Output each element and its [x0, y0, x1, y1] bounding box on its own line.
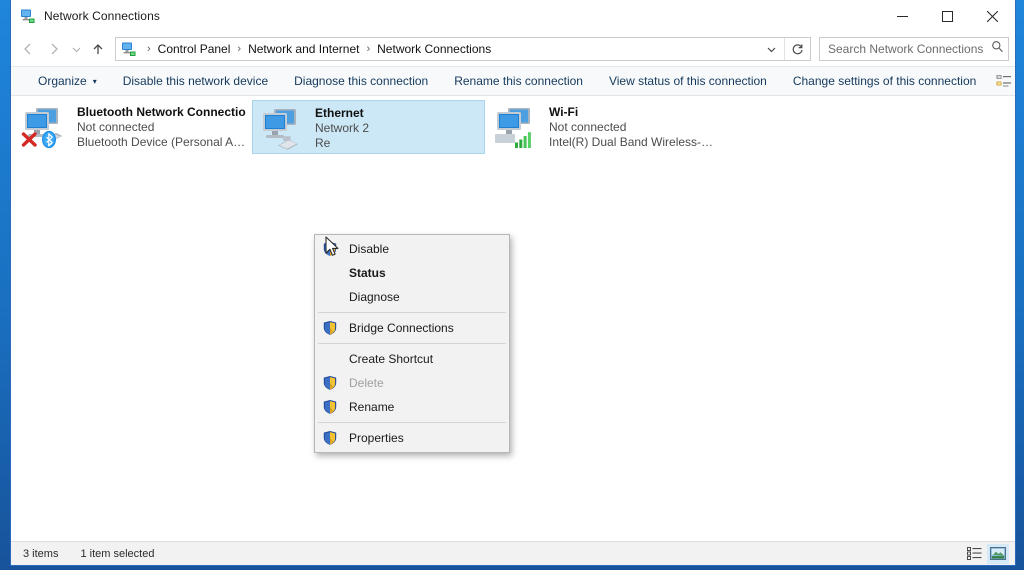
network-adapter-icon	[493, 105, 541, 151]
menu-item-status[interactable]: Status	[315, 261, 509, 285]
recent-locations-chevron-icon[interactable]	[67, 36, 85, 62]
minimize-button[interactable]	[880, 0, 925, 32]
menu-item-label: Disable	[349, 242, 390, 256]
menu-item-disable[interactable]: Disable	[315, 237, 509, 261]
view-status-button[interactable]: View status of this connection	[596, 66, 780, 96]
view-toggles	[963, 543, 1009, 564]
window-title: Network Connections	[44, 9, 160, 23]
search-icon	[991, 40, 1004, 58]
ethernet-cable-badge	[275, 133, 301, 155]
address-dropdown-button[interactable]	[758, 38, 784, 60]
view-options-icon[interactable]	[989, 66, 1019, 96]
breadcrumb-item-network-and-internet[interactable]: Network and Internet	[247, 42, 360, 56]
menu-item-label: Create Shortcut	[349, 352, 434, 366]
network-connections-icon	[121, 41, 137, 57]
connection-name: Ethernet	[315, 106, 364, 120]
context-menu: Disable Status Diagnose Bridge Connectio…	[314, 234, 510, 453]
menu-separator	[318, 343, 506, 344]
list-item-wi-fi[interactable]: Wi-Fi Not connected Intel(R) Dual Band W…	[487, 100, 720, 154]
wifi-signal-badge	[514, 130, 533, 154]
shield-icon	[319, 318, 343, 338]
connection-status: Network 2	[315, 121, 370, 135]
view-options-chevron-down-icon[interactable]	[1019, 66, 1024, 96]
search-input[interactable]	[828, 42, 991, 56]
menu-separator	[318, 422, 506, 423]
menu-item-icon-placeholder	[319, 349, 343, 369]
breadcrumb-separator: ›	[237, 43, 242, 55]
menu-item-label: Properties	[349, 431, 404, 445]
rename-connection-button[interactable]: Rename this connection	[441, 66, 596, 96]
network-connections-icon	[20, 8, 36, 24]
up-button[interactable]	[85, 36, 111, 62]
breadcrumb-item-network-connections[interactable]: Network Connections	[376, 42, 492, 56]
item-count-label: 3 items	[23, 547, 59, 560]
menu-item-label: Delete	[349, 376, 384, 390]
status-bar: 3 items 1 item selected	[11, 541, 1015, 565]
menu-item-diagnose[interactable]: Diagnose	[315, 285, 509, 309]
shield-icon	[319, 373, 343, 393]
connection-device: Bluetooth Device (Personal Area ...	[77, 135, 246, 149]
command-bar-right: ?	[989, 66, 1024, 96]
address-bar-row: › Control Panel › Network and Internet ›…	[11, 32, 1015, 66]
breadcrumb-separator: ›	[366, 43, 371, 55]
selection-label: 1 item selected	[80, 547, 155, 560]
list-item-text: Wi-Fi Not connected Intel(R) Dual Band W…	[549, 105, 718, 150]
connection-name: Wi-Fi	[549, 105, 579, 119]
title-bar: Network Connections	[11, 0, 1015, 32]
network-adapter-icon	[21, 105, 69, 151]
menu-item-bridge-connections[interactable]: Bridge Connections	[315, 316, 509, 340]
large-icons-view-icon[interactable]	[987, 543, 1009, 564]
details-view-icon[interactable]	[963, 544, 985, 564]
search-box[interactable]	[819, 37, 1009, 61]
breadcrumb-separator: ›	[147, 43, 151, 55]
menu-item-create-shortcut[interactable]: Create Shortcut	[315, 347, 509, 371]
connection-status: Not connected	[77, 120, 155, 134]
connection-name: Bluetooth Network Connection	[77, 105, 246, 119]
network-adapter-icon	[259, 106, 307, 152]
list-item-text: Bluetooth Network Connection Not connect…	[77, 105, 246, 150]
connections-list: Bluetooth Network Connection Not connect…	[11, 96, 1015, 541]
list-item-ethernet[interactable]: Ethernet Network 2 Re	[252, 100, 485, 154]
list-item-bluetooth-network-connection[interactable]: Bluetooth Network Connection Not connect…	[15, 100, 248, 154]
menu-item-label: Status	[349, 266, 386, 280]
red-x-icon	[21, 131, 38, 153]
desktop-background: Network Connections › Control Panel › Ne…	[0, 0, 1024, 570]
refresh-button[interactable]	[784, 38, 810, 60]
shield-icon	[319, 397, 343, 417]
window-controls	[880, 0, 1015, 32]
network-connections-window: Network Connections › Control Panel › Ne…	[10, 0, 1016, 566]
command-bar: Organize ▾ Disable this network device D…	[11, 66, 1015, 96]
menu-item-icon-placeholder	[319, 287, 343, 307]
menu-item-icon-placeholder	[319, 263, 343, 283]
breadcrumb-item-control-panel[interactable]: Control Panel	[157, 42, 232, 56]
organize-button[interactable]: Organize ▾	[25, 66, 110, 96]
menu-item-label: Diagnose	[349, 290, 400, 304]
connection-device: Intel(R) Dual Band Wireless-AC 31...	[549, 135, 718, 149]
bluetooth-badge	[40, 130, 58, 154]
organize-label: Organize	[38, 74, 87, 88]
shield-icon	[319, 239, 343, 259]
diagnose-connection-button[interactable]: Diagnose this connection	[281, 66, 441, 96]
maximize-button[interactable]	[925, 0, 970, 32]
disable-network-device-button[interactable]: Disable this network device	[110, 66, 281, 96]
menu-item-delete: Delete	[315, 371, 509, 395]
forward-button[interactable]	[41, 36, 67, 62]
menu-item-label: Rename	[349, 400, 395, 414]
close-button[interactable]	[970, 0, 1015, 32]
list-item-text: Ethernet Network 2 Re	[315, 106, 369, 151]
connection-status: Not connected	[549, 120, 627, 134]
back-button[interactable]	[15, 36, 41, 62]
menu-item-rename[interactable]: Rename	[315, 395, 509, 419]
shield-icon	[319, 428, 343, 448]
chevron-down-icon: ▾	[92, 76, 97, 86]
connection-device: Re	[315, 136, 331, 150]
breadcrumb[interactable]: › Control Panel › Network and Internet ›…	[115, 37, 811, 61]
change-settings-button[interactable]: Change settings of this connection	[780, 66, 989, 96]
menu-separator	[318, 312, 506, 313]
menu-item-properties[interactable]: Properties	[315, 426, 509, 450]
menu-item-label: Bridge Connections	[349, 321, 454, 335]
